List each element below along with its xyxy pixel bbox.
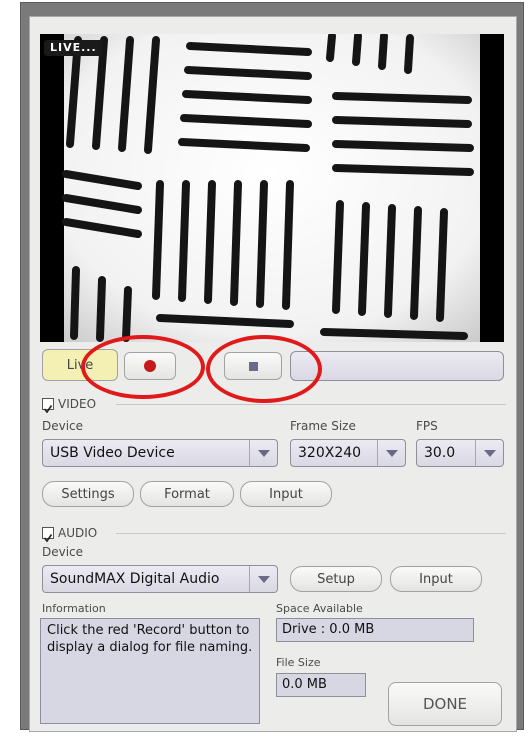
information-label: Information [42,602,106,615]
checkmark-icon [43,405,53,414]
fps-select[interactable]: 30.0 [416,439,504,467]
video-section-label: VIDEO [58,397,97,411]
file-size-field: 0.0 MB [276,673,366,697]
transport-status-field [290,351,504,381]
camera-feed-image [62,34,480,342]
video-format-button[interactable]: Format [140,481,234,507]
chevron-down-icon [385,449,398,457]
chevron-down-icon [257,449,270,457]
frame-size-select[interactable]: 320X240 [290,439,406,467]
fps-value: 30.0 [424,445,456,461]
fps-dropdown[interactable] [475,440,503,466]
audio-device-dropdown[interactable] [249,566,277,592]
fps-label: FPS [416,419,438,433]
video-device-select[interactable]: USB Video Device [42,439,278,467]
audio-divider [116,533,506,534]
audio-input-button[interactable]: Input [390,566,482,592]
chevron-down-icon [483,449,496,457]
frame-size-value: 320X240 [298,445,362,461]
video-device-value: USB Video Device [50,445,175,461]
file-size-value: 0.0 MB [282,677,327,692]
video-checkbox[interactable] [42,398,54,414]
audio-device-select[interactable]: SoundMAX Digital Audio [42,565,278,593]
space-available-value: Drive : 0.0 MB [282,622,375,637]
annotation-circle-stop [206,335,322,403]
space-available-label: Space Available [276,602,363,615]
information-text: Click the red 'Record' button to display… [47,623,253,655]
audio-section-label: AUDIO [58,526,98,540]
frame-size-label: Frame Size [290,419,356,433]
checkmark-icon [43,534,53,543]
audio-device-label: Device [42,545,84,559]
video-preview: LIVE... [40,34,504,342]
space-available-field: Drive : 0.0 MB [276,618,474,642]
information-box: Click the red 'Record' button to display… [40,618,260,724]
video-settings-button[interactable]: Settings [42,481,134,507]
frame-size-dropdown[interactable] [377,440,405,466]
live-badge: LIVE... [44,40,103,56]
video-device-label: Device [42,419,84,433]
video-input-button[interactable]: Input [240,481,332,507]
chevron-down-icon [257,575,270,583]
video-device-dropdown[interactable] [249,440,277,466]
audio-device-value: SoundMAX Digital Audio [50,571,220,587]
file-size-label: File Size [276,656,321,669]
video-divider [116,404,506,405]
audio-setup-button[interactable]: Setup [290,566,382,592]
audio-checkbox[interactable] [42,527,54,543]
done-button[interactable]: DONE [388,682,502,726]
annotation-circle-record [81,335,205,399]
